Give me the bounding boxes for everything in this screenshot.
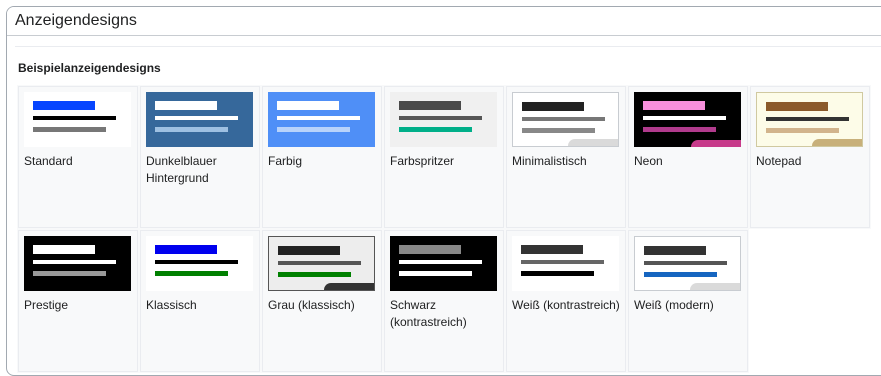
theme-tile[interactable]: Neon [627, 85, 749, 229]
preview-corner [568, 139, 618, 146]
theme-label: Klassisch [146, 298, 197, 312]
preview-line [399, 260, 482, 264]
preview-corner [324, 283, 374, 290]
theme-tile[interactable]: Minimalistisch [505, 85, 627, 229]
preview-line [643, 127, 716, 132]
theme-tile[interactable]: Weiß (modern) [627, 229, 749, 373]
theme-tile[interactable]: Prestige [17, 229, 139, 373]
theme-tile[interactable]: Klassisch [139, 229, 261, 373]
preview-line [155, 101, 217, 110]
preview-line [644, 272, 717, 277]
preview-line [33, 116, 116, 120]
preview-line [278, 261, 361, 265]
preview-line [278, 272, 351, 277]
theme-preview [146, 236, 253, 291]
preview-corner [812, 139, 862, 146]
preview-line [277, 116, 360, 120]
theme-preview [24, 236, 131, 291]
theme-label: Prestige [24, 298, 69, 312]
theme-tile[interactable]: Standard [17, 85, 139, 229]
preview-line [33, 271, 106, 276]
theme-label: Neon [634, 154, 663, 168]
theme-preview [390, 92, 497, 147]
preview-line [155, 245, 217, 254]
preview-line [643, 101, 705, 110]
theme-tile[interactable]: Notepad [749, 85, 871, 229]
theme-tile[interactable]: Weiß (kontrastreich) [505, 229, 627, 373]
theme-label: Schwarz (kontrastreich) [390, 298, 467, 329]
preview-line [521, 245, 583, 254]
theme-label: Notepad [756, 154, 802, 168]
preview-corner [691, 140, 741, 147]
preview-corner [690, 283, 740, 290]
theme-preview [756, 92, 863, 147]
theme-preview [268, 92, 375, 147]
theme-preview [634, 236, 741, 291]
theme-preview [146, 92, 253, 147]
preview-line [644, 261, 727, 265]
preview-line [33, 260, 116, 264]
preview-line [33, 127, 106, 132]
divider [15, 46, 881, 47]
preview-line [399, 101, 461, 110]
theme-label: Weiß (modern) [634, 298, 714, 312]
preview-line [399, 127, 472, 132]
preview-line [521, 260, 604, 264]
theme-tile[interactable]: Grau (klassisch) [261, 229, 383, 373]
theme-preview [268, 236, 375, 291]
ad-themes-panel: Anzeigendesigns Beispielanzeigendesigns … [6, 6, 881, 376]
theme-label: Grau (klassisch) [268, 298, 355, 312]
preview-line [399, 245, 461, 254]
theme-tile[interactable]: Dunkelblauer Hintergrund [139, 85, 261, 229]
preview-line [399, 271, 472, 276]
preview-line [522, 102, 584, 111]
preview-line [766, 102, 828, 111]
preview-line [399, 116, 482, 120]
theme-preview [24, 92, 131, 147]
theme-label: Standard [24, 154, 73, 168]
preview-line [155, 116, 238, 120]
preview-line [33, 245, 95, 254]
theme-preview [512, 92, 619, 147]
preview-line [522, 128, 595, 133]
preview-line [155, 271, 228, 276]
theme-tile[interactable]: Farbspritzer [383, 85, 505, 229]
theme-label: Farbspritzer [390, 154, 455, 168]
preview-line [522, 117, 605, 121]
theme-label: Weiß (kontrastreich) [512, 298, 620, 312]
theme-label: Dunkelblauer Hintergrund [146, 154, 217, 185]
preview-line [277, 127, 350, 132]
preview-line [155, 260, 238, 264]
theme-preview [390, 236, 497, 291]
preview-line [277, 101, 339, 110]
preview-line [766, 128, 839, 133]
section-title: Beispielanzeigendesigns [18, 61, 161, 75]
theme-tile[interactable]: Schwarz (kontrastreich) [383, 229, 505, 373]
preview-line [521, 271, 594, 276]
preview-line [644, 246, 706, 255]
theme-label: Minimalistisch [512, 154, 587, 168]
theme-preview [512, 236, 619, 291]
panel-title: Anzeigendesigns [7, 7, 881, 36]
preview-line [766, 117, 849, 121]
theme-preview [634, 92, 741, 147]
preview-line [33, 101, 95, 110]
theme-label: Farbig [268, 154, 303, 168]
preview-line [155, 127, 228, 132]
theme-tile[interactable]: Farbig [261, 85, 383, 229]
preview-line [278, 246, 340, 255]
preview-line [643, 116, 726, 120]
